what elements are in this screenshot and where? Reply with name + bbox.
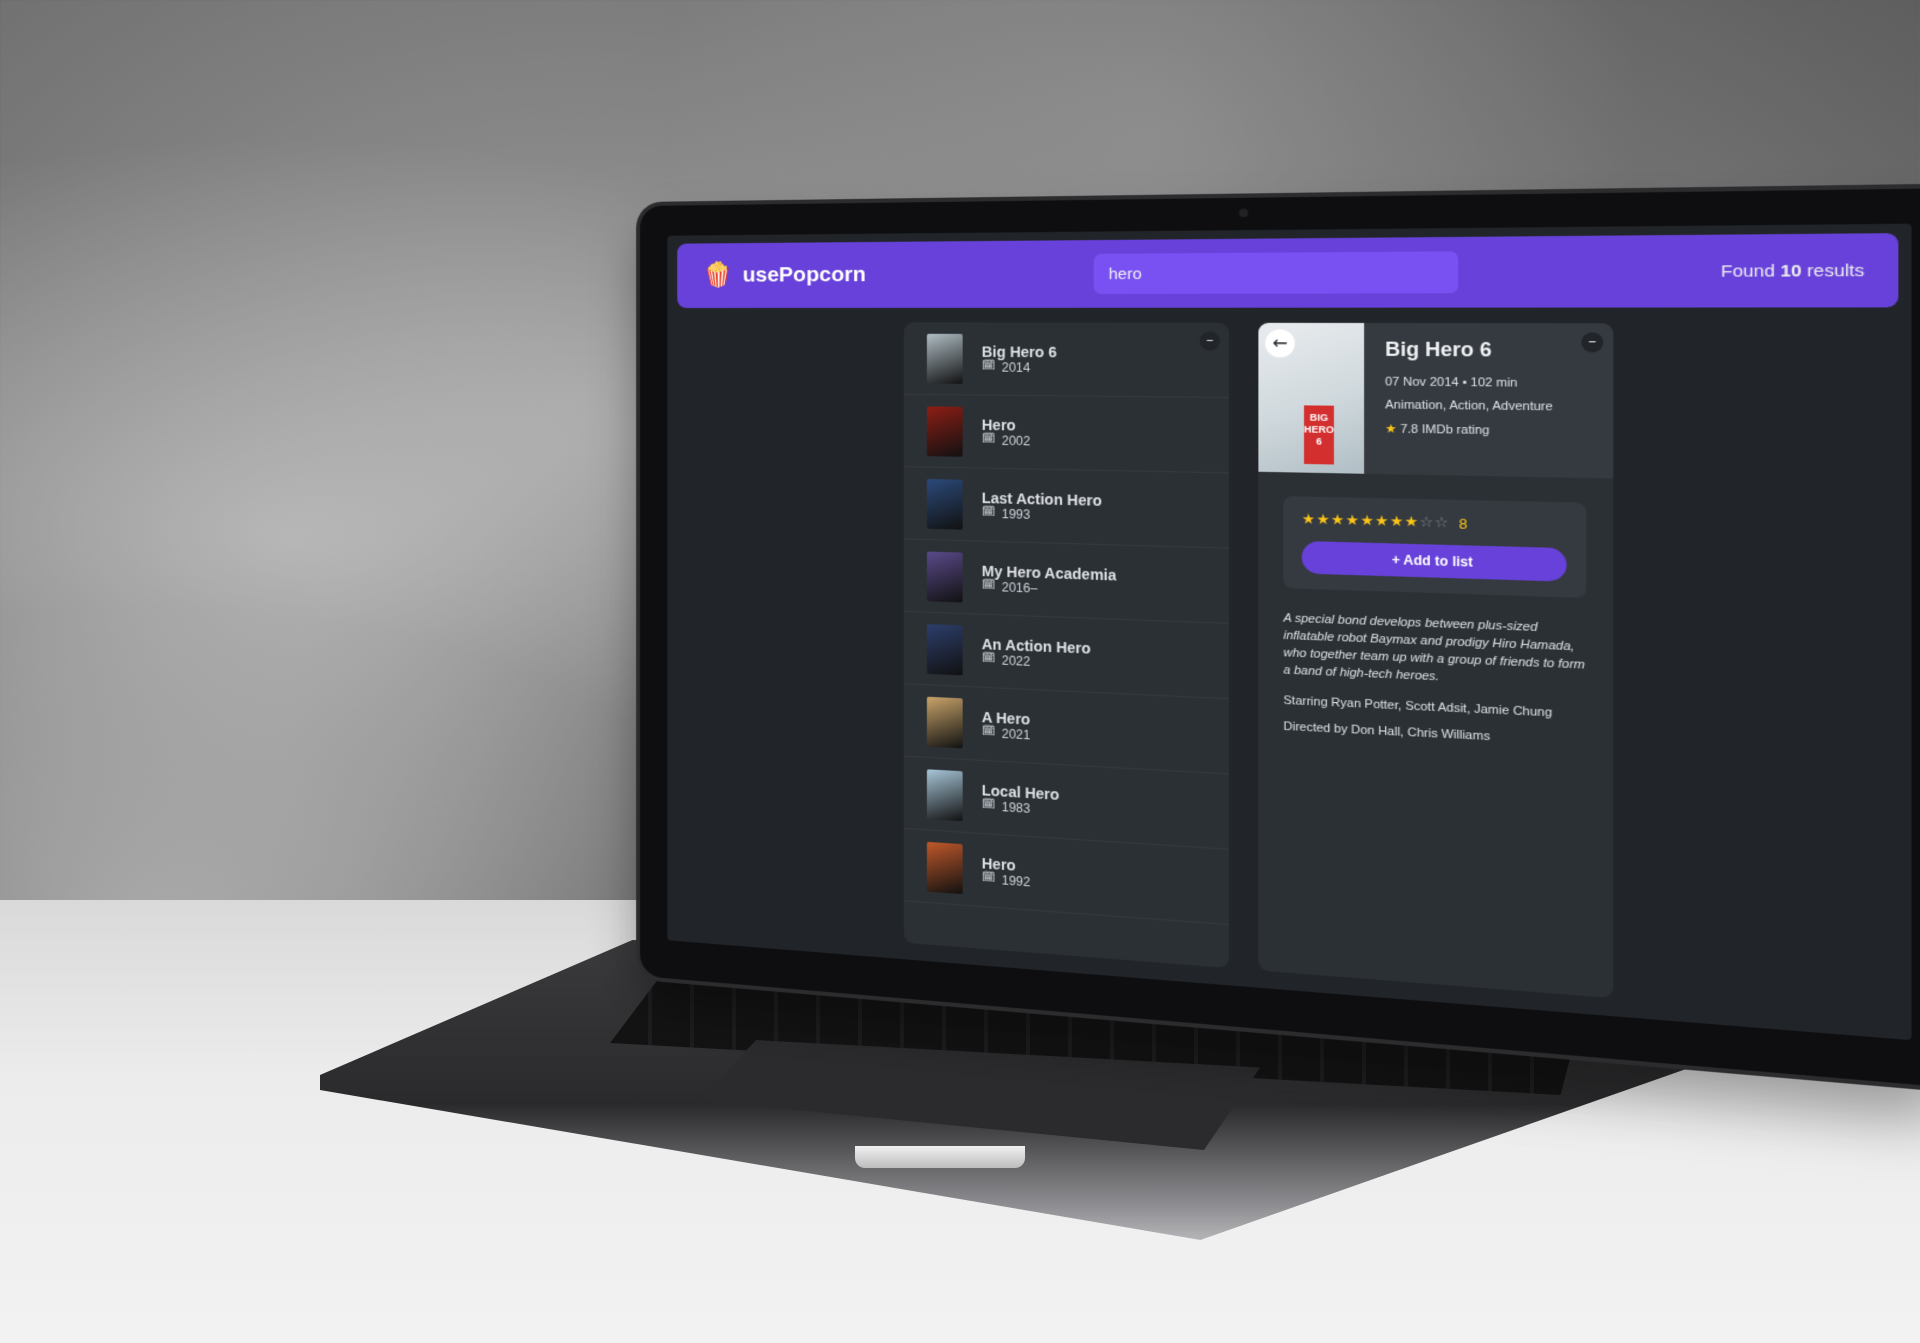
main-content: – Big Hero 6 🗓 2014 Hero 🗓 2002 Last Action He…: [667, 322, 1911, 1022]
results-number: 10: [1780, 260, 1802, 281]
star-rating: ★★★★★★★★☆☆ 8: [1302, 512, 1567, 535]
movie-list-item[interactable]: Hero 🗓 2002: [903, 394, 1229, 474]
movie-list-item[interactable]: My Hero Academia 🗓 2016–: [903, 539, 1229, 624]
laptop-lid: 🍿 usePopcorn Found 10 results – Big Hero…: [640, 188, 1920, 1088]
calendar-icon: 🗓: [981, 432, 996, 445]
laptop-notch: [855, 1146, 1025, 1168]
directed-by: Directed by Don Hall, Chris Williams: [1283, 720, 1491, 744]
movie-list-item[interactable]: Last Action Hero 🗓 1993: [903, 467, 1229, 549]
details-poster: ← BIG HERO 6: [1258, 322, 1365, 474]
genre: Animation, Action, Adventure: [1385, 398, 1553, 414]
rating-star[interactable]: ★: [1331, 512, 1346, 529]
rating-star[interactable]: ☆: [1419, 514, 1434, 531]
rating-star[interactable]: ★: [1316, 512, 1331, 529]
movie-poster: [926, 623, 963, 675]
add-to-list-button[interactable]: + Add to list: [1301, 540, 1567, 582]
rating-star[interactable]: ★: [1405, 514, 1420, 531]
movie-title: Big Hero 6: [1385, 338, 1492, 361]
movie-list: Big Hero 6 🗓 2014 Hero 🗓 2002 Last Action Hero…: [903, 322, 1229, 926]
logo-text: usePopcorn: [742, 262, 866, 287]
webcam: [1239, 208, 1249, 218]
movie-poster: [926, 405, 963, 457]
rating-star[interactable]: ★: [1345, 513, 1360, 530]
rating-star[interactable]: ★: [1390, 514, 1405, 531]
calendar-icon: 🗓: [981, 651, 996, 664]
movie-list-item[interactable]: Big Hero 6 🗓 2014: [903, 322, 1229, 399]
year-text: 1992: [1001, 872, 1031, 890]
plot: A special bond develops between plus-siz…: [1283, 611, 1585, 684]
year-text: 2016–: [1001, 579, 1038, 596]
movie-list-box: – Big Hero 6 🗓 2014 Hero 🗓 2002 Last Action He…: [903, 322, 1229, 969]
calendar-icon: 🗓: [981, 870, 996, 884]
collapse-list-button[interactable]: –: [1199, 331, 1220, 351]
calendar-icon: 🗓: [981, 359, 996, 372]
starring: Starring Ryan Potter, Scott Adsit, Jamie…: [1283, 694, 1553, 720]
year-text: 1993: [1001, 506, 1031, 522]
back-button[interactable]: ←: [1265, 329, 1295, 358]
rating-star[interactable]: ★: [1360, 513, 1375, 530]
poster-badge: BIG HERO 6: [1304, 405, 1334, 465]
popcorn-icon: 🍿: [702, 261, 733, 289]
details-overview: Big Hero 6 07 Nov 2014 • 102 min Animati…: [1364, 323, 1575, 478]
year-text: 2022: [1001, 652, 1031, 669]
rating-value: 8: [1458, 515, 1468, 533]
results-suffix: results: [1807, 260, 1865, 281]
app-screen: 🍿 usePopcorn Found 10 results – Big Hero…: [667, 223, 1912, 1041]
movie-poster: [926, 333, 963, 384]
details-header: ← BIG HERO 6 Big Hero 6 07 Nov 2014 • 10…: [1258, 322, 1614, 479]
movie-poster: [926, 478, 963, 530]
calendar-icon: 🗓: [981, 797, 996, 811]
movie-item-year: 🗓 2002: [982, 433, 1204, 451]
imdb-rating-text: 7.8 IMDb rating: [1400, 422, 1490, 438]
rating-star[interactable]: ★: [1375, 513, 1390, 530]
collapse-details-button[interactable]: –: [1581, 332, 1604, 353]
imdb-rating: ★ 7.8 IMDb rating: [1385, 422, 1553, 439]
navbar: 🍿 usePopcorn Found 10 results: [677, 233, 1899, 308]
calendar-icon: 🗓: [981, 724, 996, 738]
star-icon: ★: [1385, 422, 1397, 437]
logo: 🍿 usePopcorn: [702, 261, 866, 289]
results-prefix: Found: [1720, 261, 1775, 281]
stars[interactable]: ★★★★★★★★☆☆: [1302, 512, 1450, 532]
movie-item-year: 🗓 2014: [982, 360, 1204, 376]
year-text: 2021: [1001, 725, 1031, 743]
details-body: ★★★★★★★★☆☆ 8 + Add to list A special bon…: [1258, 472, 1613, 788]
calendar-icon: 🗓: [981, 505, 996, 518]
movie-details-box: – ← BIG HERO 6 Big Hero 6 07 Nov 2014 • …: [1258, 322, 1614, 999]
movie-poster: [926, 696, 963, 748]
results-count: Found 10 results: [1721, 261, 1864, 281]
movie-poster: [926, 768, 963, 821]
year-text: 2014: [1001, 359, 1031, 375]
calendar-icon: 🗓: [981, 578, 996, 591]
rating-star[interactable]: ★: [1302, 512, 1317, 529]
search-input[interactable]: [1093, 251, 1458, 295]
year-text: 1983: [1001, 799, 1031, 816]
rating-star[interactable]: ☆: [1434, 515, 1449, 532]
release-runtime: 07 Nov 2014 • 102 min: [1385, 375, 1518, 390]
movie-item-title: Big Hero 6: [981, 342, 1057, 360]
rating-box: ★★★★★★★★☆☆ 8 + Add to list: [1283, 496, 1587, 598]
movie-poster: [926, 841, 963, 894]
movie-poster: [926, 550, 963, 603]
year-text: 2002: [1001, 432, 1031, 449]
